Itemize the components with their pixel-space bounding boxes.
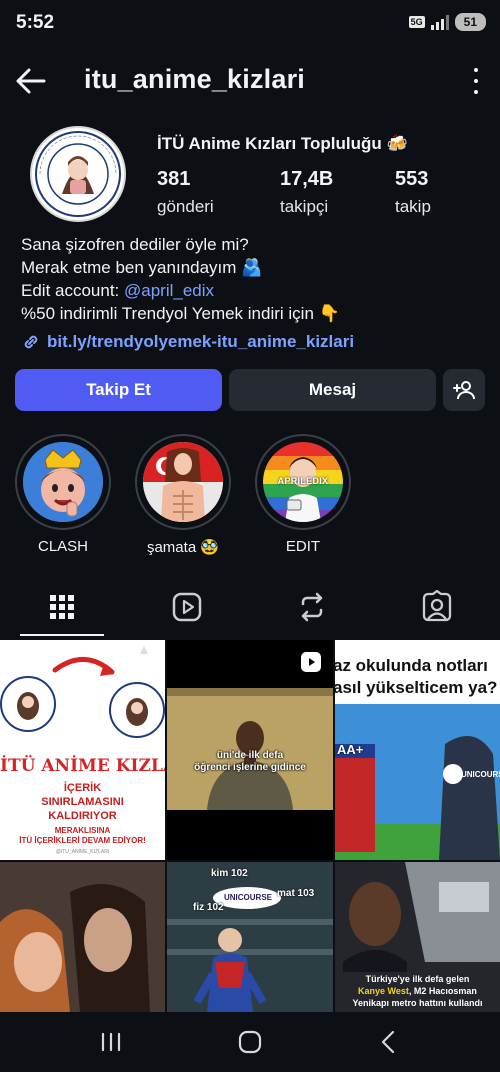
post-3-brand: UNICOURS [461, 770, 500, 779]
arrow-left-icon[interactable] [14, 64, 48, 98]
bio-line: %50 indirimli Trendyol Yemek indiri için… [21, 304, 340, 323]
home-icon[interactable] [235, 1028, 265, 1056]
highlight-clash[interactable]: CLASH [15, 434, 111, 555]
university-seal-icon [35, 131, 121, 217]
tagged-icon[interactable] [420, 590, 454, 624]
status-bar: 5:52 5G 51 [0, 0, 500, 48]
profile-link[interactable]: bit.ly/trendyolyemek-itu_anime_kizlari [21, 332, 354, 352]
post-1-line: KALDIRIYOR [48, 810, 117, 822]
link-icon [24, 335, 38, 349]
bio-line: Sana şizofren dediler öyle mi? [21, 235, 249, 254]
profile-tabs [0, 584, 500, 636]
profile-display-name: İTÜ Anime Kızları Topluluğu 🍻 [157, 134, 408, 153]
post-3-grade: AA+ [337, 742, 364, 757]
post-tile[interactable]: Türkiye'ye ilk defa gelen Kanye West, M2… [335, 862, 500, 1012]
post-6-caption-rest: , M2 Hacıosman [408, 986, 477, 996]
highlight-label: şamata 🥸 [146, 539, 220, 556]
network-badge: 5G [408, 16, 425, 28]
posts-stat[interactable]: 381 gönderi [157, 168, 214, 217]
profile-bio: Sana şizofren dediler öyle mi? Merak etm… [21, 233, 481, 325]
post-1-line: İÇERİK [63, 782, 102, 794]
post-1-seals [0, 646, 165, 738]
suggest-users-button[interactable] [443, 369, 485, 411]
highlight-cover [23, 442, 103, 522]
status-time: 5:52 [16, 12, 55, 33]
profile-header: itu_anime_kizlari [0, 56, 500, 106]
post-6-caption: Türkiye'ye ilk defa gelen [365, 974, 470, 984]
bio-line: Edit account: @april_edix [21, 279, 481, 302]
post-tile[interactable]: kim 102 fiz 102 mat 103 UNICOURSE [167, 862, 333, 1012]
post-2-caption: üni'de ilk defa [216, 750, 284, 761]
reels-icon[interactable] [170, 590, 204, 624]
post-6-highlight: Kanye West [358, 986, 409, 996]
post-1-sub: MERAKLISINA [54, 826, 111, 835]
post-5-brand: UNICOURSE [223, 893, 272, 902]
mention-link[interactable]: @april_edix [124, 281, 214, 300]
post-tile[interactable]: üni'de ilk defa öğrenci işlerine gidince [167, 640, 333, 860]
post-2-caption: öğrenci işlerine gidince [194, 762, 306, 773]
highlight-cover [143, 442, 223, 522]
highlight-samata[interactable]: şamata 🥸 [135, 434, 231, 556]
recent-apps-icon[interactable] [96, 1028, 126, 1056]
grid-icon[interactable] [45, 590, 79, 624]
post-3-line: az okulunda notları [335, 656, 488, 675]
clash-princess-image [23, 442, 103, 522]
post-5-image [167, 862, 333, 1012]
posts-count: 381 [157, 168, 191, 190]
post-3-image [335, 704, 500, 860]
system-nav-bar [0, 1012, 500, 1072]
post-3-line: asıl yükselticem ya? [335, 678, 498, 697]
post-5-label: fiz 102 [193, 902, 224, 913]
post-1-handle: @ITU_ANIME_KIZLARI [55, 849, 110, 855]
highlight-overlay-text: APRILEDIX [277, 476, 329, 486]
following-count: 553 [395, 168, 429, 190]
post-1-title: İTÜ ANİME KIZLAR [0, 756, 165, 776]
bio-prefix: Edit account: [21, 281, 125, 300]
bio-line: Merak etme ben yanındayım 🫂 [21, 258, 263, 277]
back-nav-icon[interactable] [374, 1028, 404, 1056]
post-tile[interactable] [0, 862, 165, 1012]
post-6-caption: Yenikapı metro hattını kullandı [352, 998, 483, 1008]
reposts-icon[interactable] [295, 590, 329, 624]
battery-indicator: 51 [454, 13, 486, 31]
highlight-edit[interactable]: APRILEDIX EDIT [255, 434, 351, 555]
post-tile[interactable]: az okulunda notları asıl yükselticem ya?… [335, 640, 500, 860]
post-4-image [0, 862, 165, 1012]
follow-button[interactable]: Takip Et [15, 369, 222, 411]
profile-link-text: bit.ly/trendyolyemek-itu_anime_kizlari [47, 332, 355, 351]
highlight-label: EDIT [285, 538, 321, 555]
header-username: itu_anime_kizlari [84, 64, 305, 94]
message-button[interactable]: Mesaj [229, 369, 436, 411]
highlight-cover: APRILEDIX [263, 442, 343, 522]
more-vertical-icon[interactable] [472, 68, 480, 94]
active-tab-indicator [20, 634, 104, 636]
post-tile[interactable]: İTÜ ANİME KIZLAR İÇERİK SINIRLAMASINI KA… [0, 640, 165, 860]
followers-stat[interactable]: 17,4B takipçi [280, 168, 333, 217]
following-stat[interactable]: 553 takip [395, 168, 431, 217]
avatar[interactable] [30, 126, 126, 222]
post-5-label: kim 102 [211, 868, 248, 879]
post-6-caption: Kanye West, M2 Hacıosman [335, 986, 500, 996]
highlight-label: CLASH [37, 538, 89, 555]
samata-image [143, 442, 223, 522]
reel-icon [301, 652, 321, 672]
posts-label: gönderi [157, 197, 214, 216]
post-1-line: SINIRLAMASINI [41, 796, 124, 808]
followers-label: takipçi [280, 197, 329, 216]
following-label: takip [395, 197, 431, 216]
signal-icon [430, 14, 449, 30]
followers-count: 17,4B [280, 168, 334, 190]
post-1-sub: İTÜ İÇERİKLERİ DEVAM EDİYOR! [19, 836, 146, 845]
add-person-icon [453, 381, 475, 400]
